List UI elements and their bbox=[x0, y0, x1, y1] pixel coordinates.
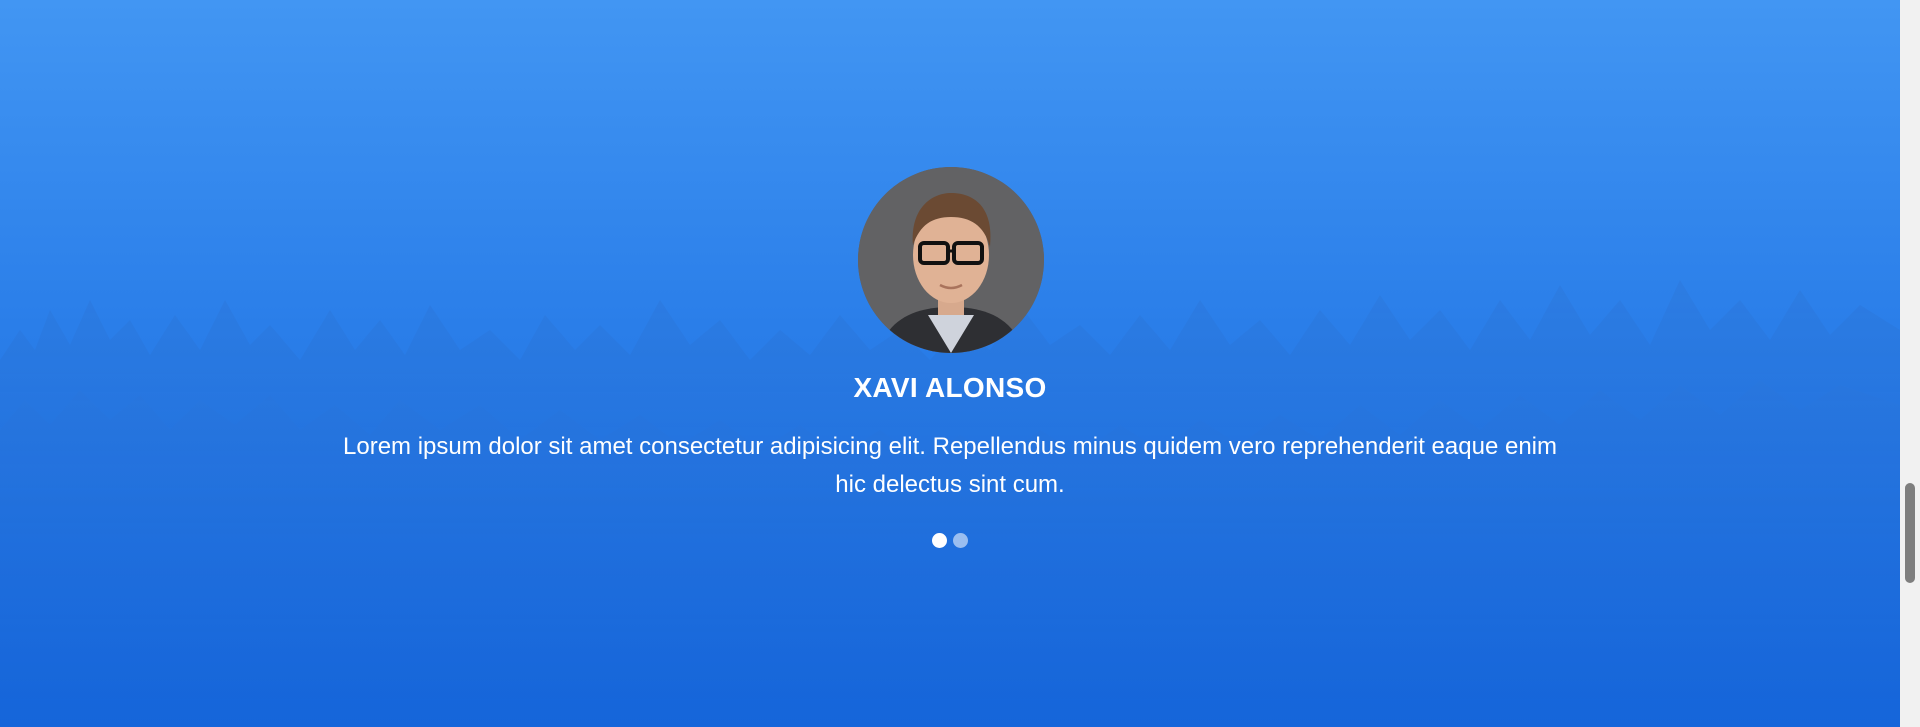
testimonial-section: XAVI ALONSO Lorem ipsum dolor sit amet c… bbox=[0, 0, 1900, 727]
testimonial-slide: XAVI ALONSO Lorem ipsum dolor sit amet c… bbox=[0, 0, 1900, 727]
scrollbar-thumb[interactable] bbox=[1905, 483, 1915, 583]
avatar bbox=[858, 167, 1044, 353]
person-name: XAVI ALONSO bbox=[853, 372, 1047, 403]
vertical-scrollbar[interactable] bbox=[1900, 0, 1920, 727]
carousel-dot-2[interactable] bbox=[953, 533, 968, 548]
person-portrait-icon bbox=[858, 167, 1044, 353]
carousel-dot-1[interactable] bbox=[932, 533, 947, 548]
carousel-pagination bbox=[0, 533, 1900, 549]
page-viewport: XAVI ALONSO Lorem ipsum dolor sit amet c… bbox=[0, 0, 1920, 727]
testimonial-quote: Lorem ipsum dolor sit amet consectetur a… bbox=[343, 433, 1557, 498]
